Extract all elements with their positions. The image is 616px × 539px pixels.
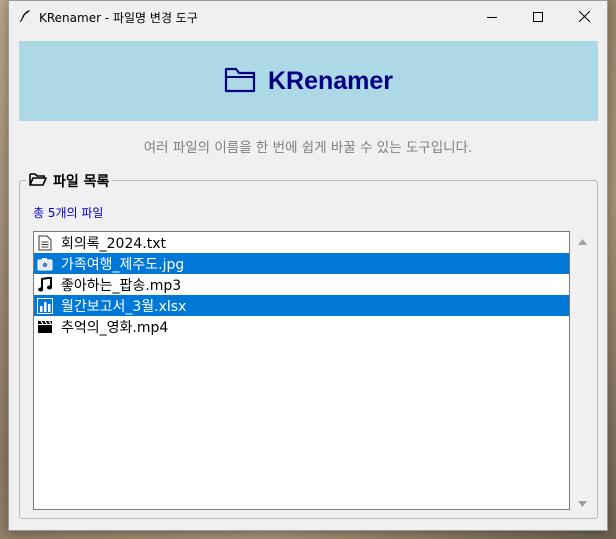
text-file-icon xyxy=(37,235,53,251)
triangle-down-icon xyxy=(578,492,587,511)
list-item[interactable]: 회의록_2024.txt xyxy=(34,232,569,253)
minimize-icon xyxy=(487,12,497,22)
music-note-icon xyxy=(37,276,53,293)
file-listbox[interactable]: 회의록_2024.txt 가족여행_제주도.jpg 좋아하는_팝송.mp3 월간… xyxy=(33,231,570,510)
file-name: 월간보고서_3월.xlsx xyxy=(61,298,187,315)
maximize-icon xyxy=(533,11,543,22)
folder-icon xyxy=(224,65,256,97)
file-name: 회의록_2024.txt xyxy=(61,235,166,252)
app-window: KRenamer - 파일명 변경 도구 KRenamer 여러 파일의 이름을… xyxy=(8,0,608,531)
app-header: KRenamer xyxy=(19,41,598,121)
window-title: KRenamer - 파일명 변경 도구 xyxy=(39,11,198,25)
minimize-button[interactable] xyxy=(469,1,515,32)
scroll-up-button[interactable] xyxy=(574,231,591,248)
file-list-group: 파일 목록 총 5개의 파일 회의록_2024.txt 가족여행_제주도.jpg xyxy=(19,171,598,519)
clapperboard-icon xyxy=(37,319,53,335)
close-button[interactable] xyxy=(561,1,607,32)
file-count-label: 총 5개의 파일 xyxy=(33,206,104,220)
list-item[interactable]: 가족여행_제주도.jpg xyxy=(34,253,569,274)
list-item[interactable]: 추억의_영화.mp4 xyxy=(34,316,569,337)
list-item[interactable]: 월간보고서_3월.xlsx xyxy=(34,295,569,316)
close-icon xyxy=(578,11,590,22)
feather-icon xyxy=(17,8,33,24)
file-list-legend: 파일 목록 xyxy=(26,171,113,191)
scroll-down-button[interactable] xyxy=(574,493,591,510)
bar-chart-icon xyxy=(37,297,53,314)
open-folder-icon xyxy=(29,172,47,191)
triangle-up-icon xyxy=(578,230,587,249)
file-name: 좋아하는_팝송.mp3 xyxy=(61,277,182,294)
file-list-label: 파일 목록 xyxy=(53,174,110,190)
list-scrollbar[interactable] xyxy=(574,231,591,510)
list-item[interactable]: 좋아하는_팝송.mp3 xyxy=(34,274,569,295)
app-subtitle: 여러 파일의 이름을 한 번에 쉽게 바꿀 수 있는 도구입니다. xyxy=(143,140,473,156)
title-bar[interactable]: KRenamer - 파일명 변경 도구 xyxy=(9,1,607,32)
file-name: 가족여행_제주도.jpg xyxy=(61,256,185,273)
camera-icon xyxy=(37,256,53,272)
app-title: KRenamer xyxy=(267,66,394,95)
maximize-button[interactable] xyxy=(515,1,561,32)
file-name: 추억의_영화.mp4 xyxy=(61,319,169,336)
